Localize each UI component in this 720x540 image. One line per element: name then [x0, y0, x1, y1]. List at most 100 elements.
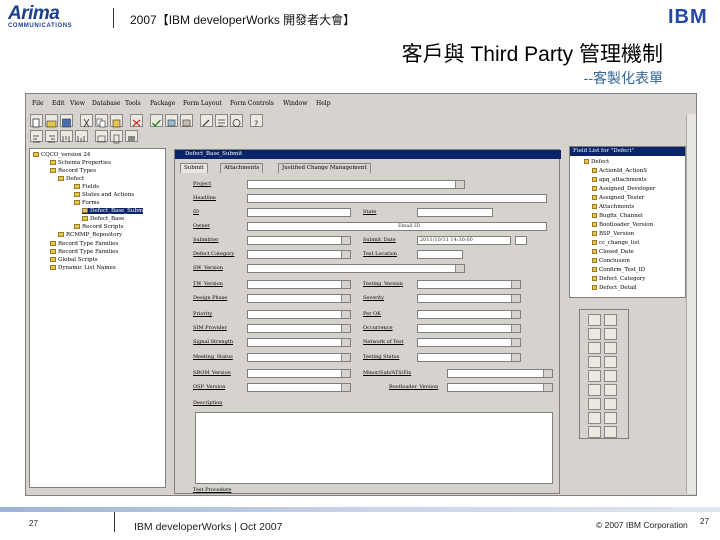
tree-item[interactable]: RCMMP_Repository [58, 232, 122, 238]
occurrence-field[interactable] [417, 324, 521, 333]
picture-icon[interactable] [604, 370, 617, 382]
listbox-icon[interactable] [604, 328, 617, 340]
tree-item[interactable]: Schema Properties [50, 160, 111, 166]
testing-version-field[interactable] [417, 280, 521, 289]
check-icon[interactable] [150, 114, 163, 127]
headline-field[interactable] [247, 194, 547, 203]
field-item[interactable]: Assigned_Tester [592, 195, 644, 201]
tree-item[interactable]: Defect_Base [82, 216, 124, 222]
script-icon[interactable] [215, 114, 228, 127]
tree-item[interactable]: Global Scripts [50, 257, 98, 263]
state-field[interactable] [417, 208, 493, 217]
field-item[interactable]: BSP_Version [592, 231, 634, 237]
parent-child-icon[interactable] [604, 384, 617, 396]
tools-icon[interactable] [200, 114, 213, 127]
menu-view[interactable]: View [70, 100, 85, 107]
tree-item[interactable]: Record Type Families [50, 241, 118, 247]
bootloader-version-field[interactable] [447, 383, 553, 392]
textbox-icon[interactable] [588, 328, 601, 340]
tree-item-selected[interactable]: Defect_Base_Subm [82, 208, 144, 214]
activex-icon[interactable] [604, 412, 617, 424]
menu-window[interactable]: Window [283, 100, 307, 107]
combobox-icon[interactable] [588, 342, 601, 354]
tree-item[interactable]: Record Types [50, 168, 96, 174]
align-right-icon[interactable] [45, 130, 58, 143]
submit-date-field[interactable]: 2011/10/11 14:30:00 [417, 236, 511, 245]
severity-field[interactable] [417, 294, 521, 303]
tab-control-icon[interactable] [588, 384, 601, 396]
paste-icon[interactable] [110, 114, 123, 128]
testing-status-field[interactable] [417, 353, 521, 362]
field-item[interactable]: Defect [584, 159, 609, 165]
tab-submit[interactable]: Submit [180, 163, 209, 173]
same-width-icon[interactable] [95, 130, 108, 143]
attachment-icon[interactable] [588, 398, 601, 410]
menu-package[interactable]: Package [150, 100, 175, 107]
sim-provider-field[interactable] [247, 324, 351, 333]
field-item[interactable]: ActionId_ActionS [592, 168, 647, 174]
delete-icon[interactable] [130, 114, 143, 127]
duplicate-icon[interactable] [588, 412, 601, 424]
tab-attachments[interactable]: Attachments [220, 163, 264, 173]
menu-file[interactable]: File [32, 100, 44, 107]
menu-database[interactable]: Database [92, 100, 120, 107]
test-location-field[interactable] [417, 250, 463, 259]
tree-item[interactable]: Defect [58, 176, 84, 182]
same-height-icon[interactable] [110, 130, 123, 144]
radio-icon[interactable] [588, 356, 601, 368]
align-bottom-icon[interactable] [75, 130, 88, 142]
tree-item[interactable]: CQCO_version 24 [33, 152, 90, 158]
network-test-field[interactable] [417, 338, 521, 347]
project-field[interactable] [247, 180, 465, 189]
field-item[interactable]: Confirm_Test_ID [592, 267, 645, 273]
checkin-icon[interactable] [165, 114, 178, 127]
field-item[interactable]: Defect_Category [592, 276, 646, 282]
history-icon[interactable] [604, 398, 617, 410]
menu-help[interactable]: Help [316, 100, 331, 107]
menu-tools[interactable]: Tools [125, 100, 141, 107]
field-item[interactable]: apq_attachments [592, 177, 647, 183]
id-field[interactable] [247, 208, 351, 217]
tab-justified-change[interactable]: Justified Change Management [278, 163, 371, 173]
tw-version-field[interactable] [247, 280, 351, 289]
tree-item[interactable]: Fields [74, 184, 99, 190]
tree-item[interactable]: Record Type Families [50, 249, 118, 255]
same-size-icon[interactable] [125, 130, 138, 142]
field-item[interactable]: Assigned_Developer [592, 186, 655, 192]
new-icon[interactable] [30, 114, 43, 128]
description-field[interactable] [195, 412, 553, 484]
tree-item[interactable]: Dynamic List Names [50, 265, 116, 271]
osp-version-field[interactable] [247, 383, 351, 392]
tree-item[interactable]: Record Scripts [74, 224, 123, 230]
align-left-icon[interactable] [30, 130, 43, 143]
signal-strength-field[interactable] [247, 338, 351, 347]
field-item[interactable]: Bugfix_Channel [592, 213, 643, 219]
help-icon[interactable]: ? [250, 114, 263, 129]
text-label-icon[interactable] [604, 314, 617, 326]
list-view-icon[interactable] [588, 426, 601, 438]
field-item[interactable]: cc_change_list [592, 240, 639, 246]
vertical-scrollbar[interactable] [686, 114, 696, 494]
checkbox-icon[interactable] [604, 342, 617, 354]
menu-edit[interactable]: Edit [52, 100, 65, 107]
align-top-icon[interactable] [60, 130, 73, 142]
field-item[interactable]: Defect_Detail [592, 285, 637, 291]
copy-icon[interactable] [95, 114, 108, 128]
submitter-field[interactable] [247, 236, 351, 245]
per-ok-field[interactable] [417, 310, 521, 319]
menu-form-controls[interactable]: Form Controls [230, 100, 274, 107]
owner-field[interactable]: Email ID [247, 222, 547, 231]
menu-form-layout[interactable]: Form Layout [183, 100, 222, 107]
cut-icon[interactable] [80, 114, 93, 128]
design-phase-field[interactable] [247, 294, 351, 303]
defect-category-field[interactable] [247, 250, 351, 259]
validate-icon[interactable] [230, 114, 243, 127]
priority-field[interactable] [247, 310, 351, 319]
save-icon[interactable] [60, 114, 73, 128]
sbom-version-field[interactable] [247, 369, 351, 378]
tree-item[interactable]: States and Actions [74, 192, 134, 198]
minor-sub-field[interactable] [447, 369, 553, 378]
tree-item[interactable]: Forms [74, 200, 100, 206]
open-icon[interactable] [45, 114, 58, 128]
date-control-icon[interactable] [604, 426, 617, 438]
